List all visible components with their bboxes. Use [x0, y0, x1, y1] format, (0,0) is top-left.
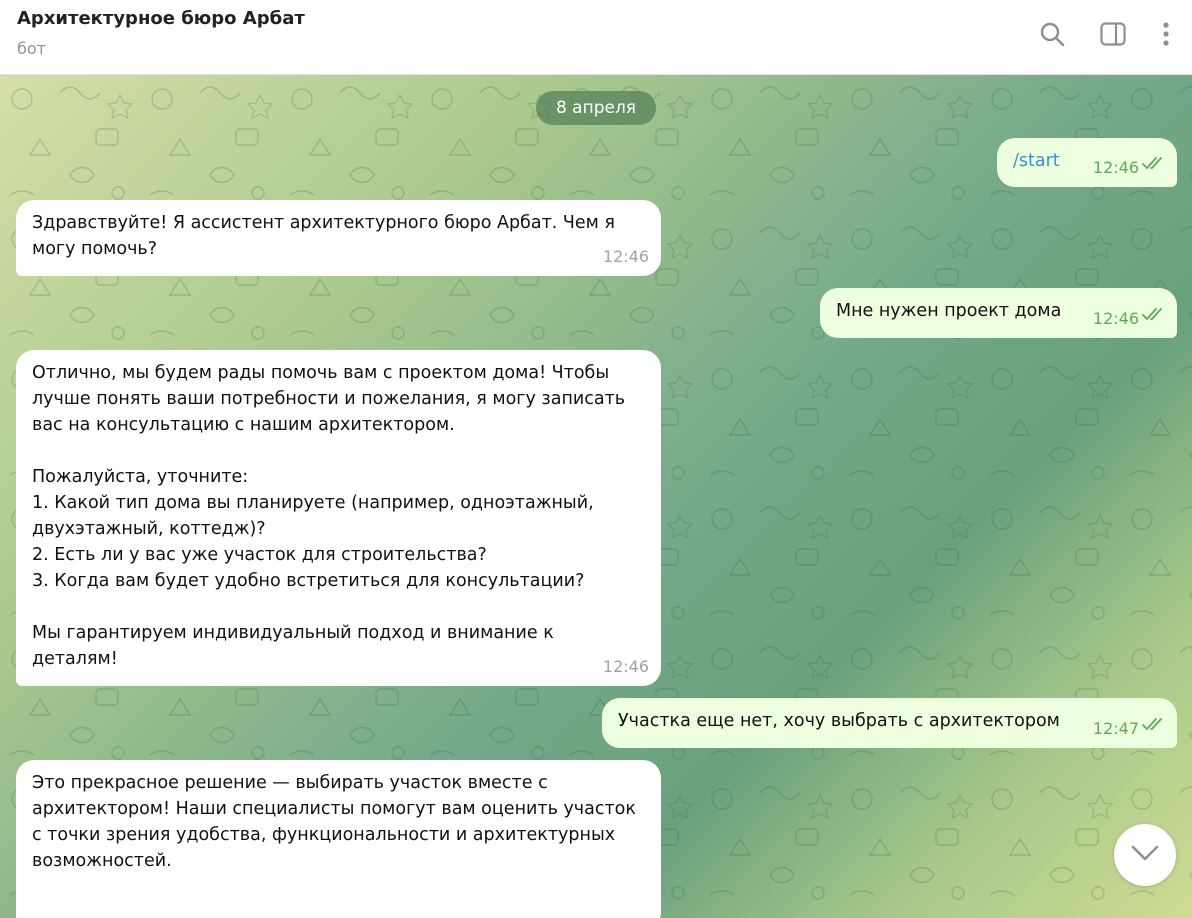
date-separator: 8 апреля — [536, 91, 656, 125]
double-check-icon — [1141, 152, 1167, 178]
double-check-icon — [1141, 713, 1167, 739]
message-outgoing[interactable]: Участка еще нет, хочу выбрать с архитект… — [602, 698, 1177, 748]
message-text: Отлично, мы будем рады помочь вам с прое… — [32, 363, 626, 669]
message-text: Здравствуйте! Я ассистент архитектурного… — [32, 213, 615, 259]
chat-header: Архитектурное бюро Арбат бот — [0, 0, 1192, 75]
message-time: 12:47 — [1092, 719, 1139, 738]
message-text: Мне нужен проект дома — [836, 301, 1062, 321]
message-incoming[interactable]: Здравствуйте! Я ассистент архитектурного… — [16, 200, 661, 276]
message-outgoing[interactable]: Мне нужен проект дома 12:46 — [820, 288, 1177, 338]
message-time: 12:46 — [602, 247, 649, 266]
message-incoming[interactable]: Это прекрасное решение — выбирать участо… — [16, 760, 661, 918]
message-text: Это прекрасное решение — выбирать участо… — [32, 773, 636, 871]
chat-status: бот — [17, 39, 46, 58]
message-outgoing[interactable]: /start 12:46 — [997, 138, 1177, 187]
search-icon[interactable] — [1036, 18, 1068, 50]
message-text: Участка еще нет, хочу выбрать с архитект… — [618, 711, 1060, 731]
sidebar-toggle-icon[interactable] — [1097, 18, 1129, 50]
telegram-chat-window: Архитектурное бюро Арбат бот 8 апреля /s… — [0, 0, 1192, 918]
message-time: 12:46 — [1092, 158, 1139, 177]
more-vert-icon[interactable] — [1150, 18, 1182, 50]
bot-command-link[interactable]: /start — [1013, 151, 1060, 171]
message-incoming[interactable]: Отлично, мы будем рады помочь вам с прое… — [16, 350, 661, 686]
message-list[interactable]: 8 апреля /start 12:46 Здравствуйте! Я ас… — [0, 75, 1192, 918]
message-time: 12:46 — [1092, 309, 1139, 328]
message-time: 12:46 — [602, 657, 649, 676]
chat-title[interactable]: Архитектурное бюро Арбат — [17, 8, 305, 29]
double-check-icon — [1141, 303, 1167, 329]
chevron-down-icon — [1130, 844, 1160, 866]
scroll-to-bottom-button[interactable] — [1114, 824, 1176, 886]
